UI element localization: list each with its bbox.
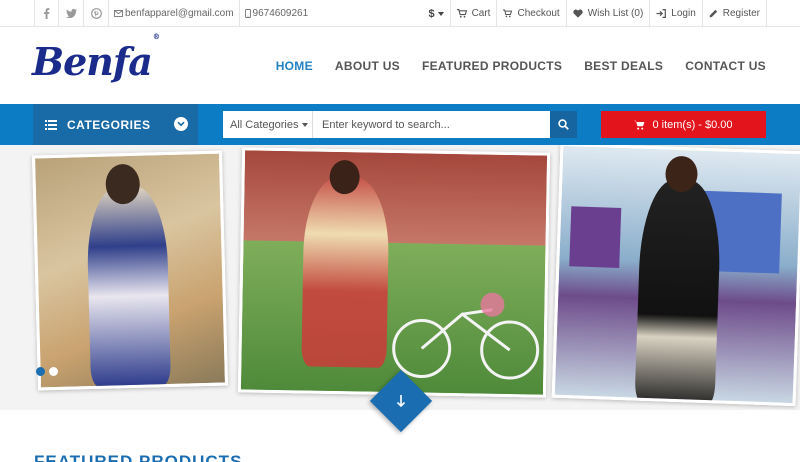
share-icon — [503, 9, 513, 18]
search-category-select[interactable]: All Categories — [223, 111, 313, 138]
cart-link[interactable]: Cart — [449, 0, 497, 27]
top-bar: benfapparel@gmail.com 9674609261 $ Cart … — [0, 0, 800, 27]
pencil-icon — [709, 9, 717, 18]
nav-best-deals[interactable]: BEST DEALS — [584, 59, 663, 73]
caret-down-icon — [437, 11, 444, 16]
heart-icon — [573, 9, 583, 18]
wishlist-link-label: Wish List (0) — [587, 8, 644, 19]
twitter-icon[interactable] — [59, 0, 84, 27]
cart-summary-button[interactable]: 0 item(s) - $0.00 — [601, 111, 766, 138]
currency-dropdown[interactable]: $ — [422, 0, 449, 27]
search-form: All Categories — [223, 111, 577, 138]
currency-symbol: $ — [428, 7, 435, 20]
search-category-value: All Categories — [230, 118, 299, 131]
cart-icon — [456, 9, 467, 18]
search-input[interactable] — [313, 111, 550, 138]
phone-contact[interactable]: 9674609261 — [240, 0, 314, 27]
slide-photo-navy-kurti — [31, 150, 229, 391]
pinterest-icon[interactable] — [84, 0, 109, 27]
checkout-link[interactable]: Checkout — [496, 0, 565, 27]
categories-button[interactable]: CATEGORIES — [33, 104, 198, 145]
email-contact[interactable]: benfapparel@gmail.com — [109, 0, 240, 27]
brand-logo[interactable]: Benfa® — [32, 32, 160, 84]
wishlist-link[interactable]: Wish List (0) — [565, 0, 650, 27]
register-link[interactable]: Register — [701, 0, 767, 27]
cart-summary-text: 0 item(s) - $0.00 — [652, 118, 733, 131]
main-nav: HOME ABOUT US FEATURED PRODUCTS BEST DEA… — [254, 59, 766, 73]
nav-featured-products[interactable]: FEATURED PRODUCTS — [422, 59, 562, 73]
section-title-featured: FEATURED PRODUCTS — [34, 452, 243, 462]
slide-photo-red-kurti — [237, 147, 551, 398]
login-link[interactable]: Login — [649, 0, 701, 27]
slider-dots — [36, 367, 58, 376]
phone-text: 9674609261 — [252, 8, 309, 19]
cart-icon — [634, 120, 645, 130]
slider-dot-1[interactable] — [36, 367, 45, 376]
site-header: Benfa® HOME ABOUT US FEATURED PRODUCTS B… — [0, 27, 800, 104]
facebook-icon[interactable] — [34, 0, 59, 27]
categories-label: CATEGORIES — [67, 117, 151, 132]
email-text: benfapparel@gmail.com — [125, 8, 234, 19]
search-bar-strip: CATEGORIES All Categories 0 item(s) - $0… — [0, 104, 800, 145]
list-icon — [45, 119, 57, 130]
envelope-icon — [114, 10, 123, 17]
sign-in-icon — [656, 9, 667, 18]
search-button[interactable] — [550, 111, 577, 138]
register-link-label: Register — [722, 8, 760, 19]
arrow-down-icon — [396, 395, 406, 408]
slide-photo-black-kurti — [551, 145, 800, 407]
login-link-label: Login — [671, 8, 696, 19]
search-icon — [558, 119, 569, 130]
caret-down-icon — [302, 122, 309, 127]
phone-icon — [244, 9, 251, 18]
checkout-link-label: Checkout — [517, 8, 560, 19]
slider-dot-2[interactable] — [49, 367, 58, 376]
registered-mark: ® — [152, 32, 160, 42]
chevron-down-icon — [174, 117, 188, 131]
nav-home[interactable]: HOME — [276, 59, 313, 73]
cart-link-label: Cart — [471, 8, 491, 19]
nav-contact-us[interactable]: CONTACT US — [685, 59, 766, 73]
nav-about-us[interactable]: ABOUT US — [335, 59, 400, 73]
logo-text: Benfa — [32, 39, 153, 84]
